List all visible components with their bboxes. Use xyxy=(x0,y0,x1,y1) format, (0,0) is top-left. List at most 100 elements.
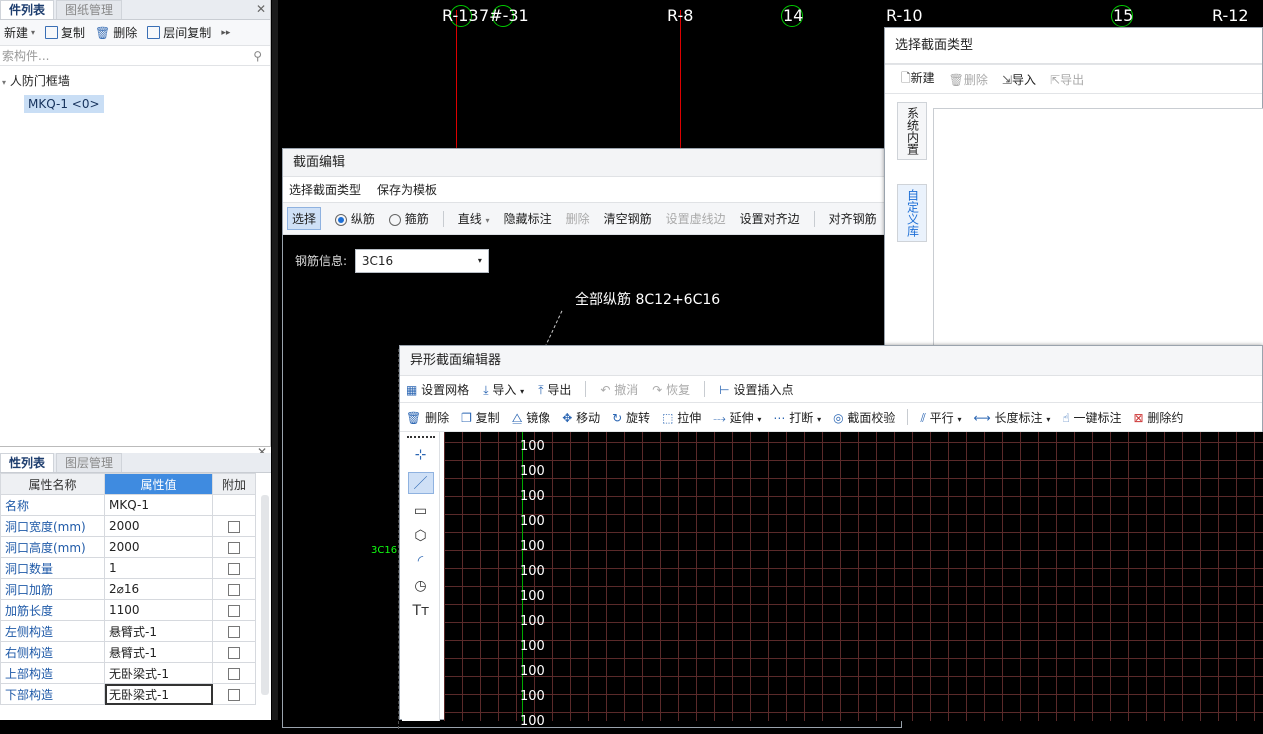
dialog-title: 异形截面编辑器 xyxy=(400,346,1262,376)
rebar-info-select[interactable]: 3C16 ▾ xyxy=(354,249,489,273)
polygon-icon[interactable]: ⬡ xyxy=(413,528,429,544)
clear-rebar-button[interactable]: 清空钢筋 xyxy=(604,210,652,227)
delete-button[interactable]: 删除 xyxy=(566,210,590,227)
length-dim-button[interactable]: ⟷ 长度标注 ▾ xyxy=(973,409,1050,426)
divider xyxy=(907,409,909,425)
table-row[interactable]: 名称 MKQ-1 xyxy=(0,494,256,516)
prop-value[interactable]: 2⌀16 xyxy=(104,578,213,600)
table-row[interactable]: 洞口数量 1 xyxy=(0,557,256,579)
line-dropdown[interactable]: 直线 ▾ xyxy=(458,210,490,227)
more-icon[interactable]: ▸▸ xyxy=(221,28,230,38)
collapse-icon[interactable]: ▾ xyxy=(2,78,6,87)
line-icon[interactable]: ／ xyxy=(407,472,434,494)
point-icon[interactable]: ⊹ xyxy=(413,447,429,463)
dropdown-icon: ▾ xyxy=(485,216,490,225)
tab-custom-library[interactable]: 自定义库 xyxy=(897,184,927,242)
prop-value[interactable]: 无卧梁式-1 xyxy=(104,683,213,705)
undo-button[interactable]: ↶ 撤消 xyxy=(600,381,638,398)
set-virtual-edge-button[interactable]: 设置虚线边 xyxy=(666,210,726,227)
table-row[interactable]: 左侧构造 悬臂式-1 xyxy=(0,620,256,642)
hide-dim-button[interactable]: 隐藏标注 xyxy=(504,210,552,227)
rotate-icon: ↻ xyxy=(612,410,623,425)
checkbox[interactable] xyxy=(228,562,240,575)
prop-value[interactable]: 1100 xyxy=(104,599,213,621)
checkbox[interactable] xyxy=(228,541,240,554)
export-button[interactable]: ⇱导出 xyxy=(1050,71,1084,88)
search-icon[interactable]: ⚲ xyxy=(253,46,262,66)
extend-button[interactable]: ⤏ 延伸 ▾ xyxy=(713,409,761,426)
delete-constraint-button[interactable]: ⊠ 删除约 xyxy=(1134,409,1184,426)
prop-value[interactable]: 无卧梁式-1 xyxy=(104,662,213,684)
delete-button[interactable]: 🗑删除 xyxy=(95,24,137,41)
break-button[interactable]: ⋯ 打断 ▾ xyxy=(773,409,821,426)
delete-button[interactable]: 🗑删除 xyxy=(949,71,988,88)
copy-button[interactable]: ❐ 复制 xyxy=(461,409,500,426)
longitudinal-radio[interactable]: 纵筋 xyxy=(335,210,375,227)
checkbox[interactable] xyxy=(228,520,240,533)
mirror-button[interactable]: ⧋ 镜像 xyxy=(512,409,551,426)
checkbox[interactable] xyxy=(228,625,240,638)
close-icon[interactable]: ✕ xyxy=(256,2,266,16)
set-grid-button[interactable]: ▦ 设置网格 xyxy=(406,381,469,398)
prop-value[interactable]: MKQ-1 xyxy=(104,494,213,516)
move-button[interactable]: ✥ 移动 xyxy=(562,409,600,426)
tab-drawing-management[interactable]: 图纸管理 xyxy=(56,0,123,19)
export-button[interactable]: ⤒ 导出 xyxy=(538,381,571,398)
dropdown-icon: ▾ xyxy=(520,386,525,396)
tab-system-builtin[interactable]: 系统内置 xyxy=(897,102,927,160)
import-button[interactable]: ⇲导入 xyxy=(1002,71,1036,88)
copy-button[interactable]: 复制 xyxy=(45,24,85,41)
rectangle-icon[interactable]: ▭ xyxy=(413,503,429,519)
table-row[interactable]: 加筋长度 1100 xyxy=(0,599,256,621)
rotate-button[interactable]: ↻ 旋转 xyxy=(612,409,650,426)
prop-value[interactable]: 2000 xyxy=(104,515,213,537)
table-row[interactable]: 洞口加筋 2⌀16 xyxy=(0,578,256,600)
prop-name: 洞口加筋 xyxy=(0,578,105,600)
search-input[interactable]: 索构件... ⚲ xyxy=(0,46,270,66)
new-button[interactable]: 🗋新建 xyxy=(901,69,935,90)
editor-grid-canvas[interactable]: 100 100 100 100 100 100 100 100 100 100 … xyxy=(444,432,1263,729)
table-row[interactable]: 上部构造 无卧梁式-1 xyxy=(0,662,256,684)
dropdown-icon: ▾ xyxy=(817,414,822,424)
tab-property-list[interactable]: 性列表 xyxy=(0,453,55,472)
section-list[interactable] xyxy=(933,108,1263,358)
floor-copy-button[interactable]: 层间复制 xyxy=(147,24,211,41)
checkbox[interactable] xyxy=(228,604,240,617)
checkbox[interactable] xyxy=(228,667,240,680)
checkbox[interactable] xyxy=(228,646,240,659)
stirrup-radio[interactable]: 箍筋 xyxy=(388,210,429,227)
redo-button[interactable]: ↷ 恢复 xyxy=(652,381,690,398)
prop-value[interactable]: 2000 xyxy=(104,536,213,558)
tab-layer-management[interactable]: 图层管理 xyxy=(56,453,123,472)
rebar-info-row: 钢筋信息: 3C16 ▾ xyxy=(295,249,489,273)
menu-select-section-type[interactable]: 选择截面类型 xyxy=(289,181,361,198)
checkbox[interactable] xyxy=(228,583,240,596)
insert-point-button[interactable]: ⊢ 设置插入点 xyxy=(719,381,793,398)
table-row[interactable]: 右侧构造 悬臂式-1 xyxy=(0,641,256,663)
menu-save-template[interactable]: 保存为模板 xyxy=(377,181,437,198)
table-row[interactable]: 下部构造 无卧梁式-1 xyxy=(0,683,256,705)
prop-value[interactable]: 悬臂式-1 xyxy=(104,641,213,663)
align-rebar-button[interactable]: 对齐钢筋 xyxy=(829,210,877,227)
set-align-edge-button[interactable]: 设置对齐边 xyxy=(740,210,800,227)
prop-value[interactable]: 1 xyxy=(104,557,213,579)
parallel-button[interactable]: ⫽ 平行 ▾ xyxy=(920,409,961,426)
select-button[interactable]: 选择 xyxy=(287,207,322,230)
section-check-button[interactable]: ◎ 截面校验 xyxy=(833,409,895,426)
scrollbar[interactable] xyxy=(261,495,269,695)
checkbox[interactable] xyxy=(228,688,240,701)
prop-value[interactable]: 悬臂式-1 xyxy=(104,620,213,642)
tab-component-list[interactable]: 件列表 xyxy=(0,0,55,19)
tree-root[interactable]: ▾ 人防门框墙 xyxy=(0,66,270,89)
circle-icon[interactable]: ◷ xyxy=(413,578,429,594)
new-button[interactable]: 新建 ▾ xyxy=(4,24,35,41)
delete-button[interactable]: 🗑 删除 xyxy=(406,409,449,426)
import-button[interactable]: ⤓ 导入 ▾ xyxy=(483,381,524,398)
tree-item-selected[interactable]: MKQ-1 <0> xyxy=(24,95,104,113)
text-icon[interactable]: Tт xyxy=(413,603,430,619)
table-row[interactable]: 洞口宽度(mm) 2000 xyxy=(0,515,256,537)
table-row[interactable]: 洞口高度(mm) 2000 xyxy=(0,536,256,558)
arc-icon[interactable]: ◜ xyxy=(413,553,429,569)
stretch-button[interactable]: ⬚ 拉伸 xyxy=(662,409,701,426)
one-click-dim-button[interactable]: ☝ 一键标注 xyxy=(1062,409,1121,426)
